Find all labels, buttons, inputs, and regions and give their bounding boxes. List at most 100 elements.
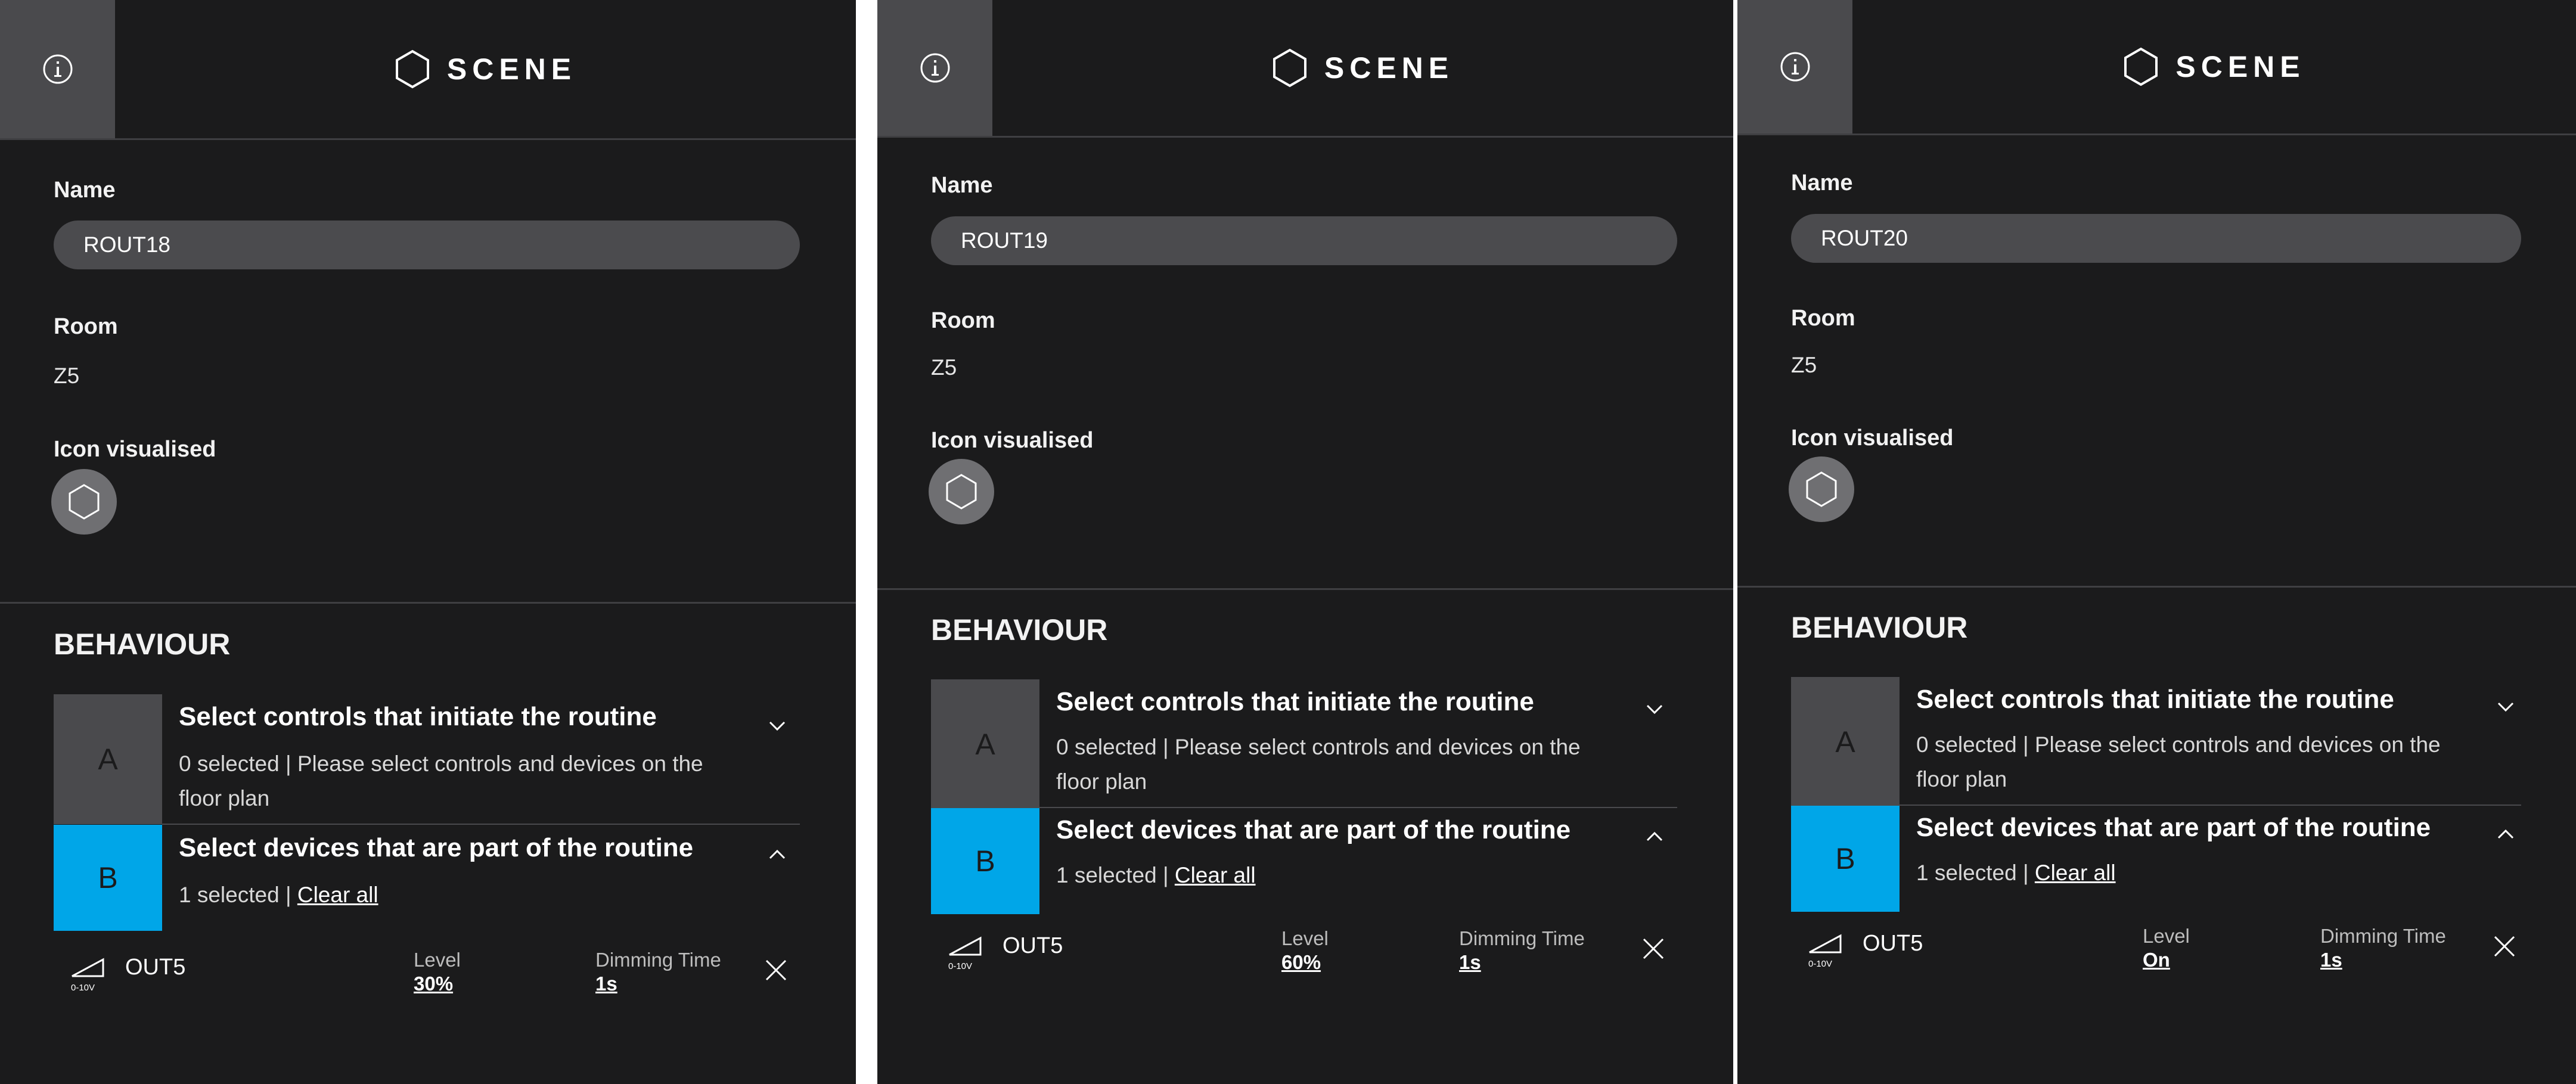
level-label: Level [2143, 925, 2190, 947]
device-name: OUT5 [125, 955, 186, 980]
chevron-up-icon[interactable] [2494, 822, 2518, 846]
icon-picker[interactable] [1789, 456, 1854, 522]
devices-section-subtitle: 1 selected | Clear all [179, 878, 751, 912]
device-name: OUT5 [1863, 931, 1923, 956]
panel-title-wrap: SCENE [1852, 0, 2576, 133]
behaviour-heading: BEHAVIOUR [54, 628, 231, 661]
devices-section-title[interactable]: Select devices that are part of the rout… [179, 833, 693, 863]
name-label: Name [54, 178, 116, 203]
room-value: Z5 [1791, 353, 1817, 377]
name-input[interactable]: ROUT19 [931, 216, 1677, 265]
devices-selected-count: 1 selected | [1916, 861, 2035, 885]
level-value[interactable]: 30% [414, 973, 453, 995]
step-a-badge: A [931, 679, 1039, 809]
devices-selected-count: 1 selected | [1056, 863, 1175, 887]
panel-title: SCENE [1324, 51, 1454, 85]
controls-section-subtitle: 0 selected | Please select controls and … [1916, 732, 2441, 791]
step-b-badge: B [931, 808, 1039, 914]
icon-label: Icon visualised [1791, 425, 1954, 451]
name-label: Name [931, 173, 993, 198]
device-row: 0-10V OUT5 Level 30% Dimming Time 1s [0, 939, 856, 1011]
devices-section-title[interactable]: Select devices that are part of the rout… [1056, 815, 1571, 845]
dimming-time-label: Dimming Time [595, 949, 721, 971]
panel-header: SCENE [0, 0, 856, 140]
section-separator [1039, 807, 1677, 808]
controls-section-subtitle: 0 selected | Please select controls and … [179, 751, 703, 810]
clear-all-link[interactable]: Clear all [2035, 861, 2116, 885]
devices-selected-count: 1 selected | [179, 883, 297, 907]
devices-section-title[interactable]: Select devices that are part of the rout… [1916, 813, 2431, 843]
icon-label: Icon visualised [931, 428, 1094, 453]
icon-label: Icon visualised [54, 437, 216, 462]
room-label: Room [1791, 306, 1855, 331]
hexagon-icon [2124, 47, 2158, 86]
section-separator [162, 824, 800, 825]
device-type-caption: 0-10V [948, 961, 972, 971]
chevron-up-icon[interactable] [765, 843, 789, 866]
room-label: Room [54, 314, 118, 339]
chevron-down-icon[interactable] [1643, 697, 1666, 721]
controls-section-subtitle: 0 selected | Please select controls and … [1056, 735, 1581, 794]
scene-panel-3: SCENE Name ROUT20 Room Z5 Icon visualise… [1737, 0, 2576, 1084]
hexagon-icon [395, 49, 429, 89]
room-value: Z5 [54, 364, 80, 388]
level-label: Level [1281, 927, 1329, 949]
info-icon [1780, 52, 1810, 82]
step-a-badge: A [1791, 677, 1900, 807]
clear-all-link[interactable]: Clear all [297, 883, 378, 907]
info-button[interactable] [877, 0, 992, 136]
chevron-up-icon[interactable] [1643, 825, 1666, 849]
chevron-down-icon[interactable] [2494, 695, 2518, 719]
behaviour-heading: BEHAVIOUR [931, 613, 1108, 647]
devices-section-subtitle: 1 selected | Clear all [1916, 856, 2488, 890]
step-b-badge: B [1791, 806, 1900, 912]
dimming-time-value[interactable]: 1s [1459, 951, 1481, 974]
dimmer-0-10v-icon: 0-10V [71, 958, 104, 993]
level-value[interactable]: On [2143, 949, 2170, 971]
panel-title-wrap: SCENE [115, 0, 856, 138]
room-value: Z5 [931, 355, 957, 380]
devices-section-subtitle: 1 selected | Clear all [1056, 858, 1628, 893]
dimmer-0-10v-icon: 0-10V [1808, 934, 1842, 969]
device-row: 0-10V OUT5 Level 60% Dimming Time 1s [877, 918, 1733, 989]
room-label: Room [931, 308, 995, 333]
hexagon-icon [69, 484, 100, 520]
close-icon[interactable] [1640, 936, 1666, 962]
scene-panel-2: SCENE Name ROUT19 Room Z5 Icon visualise… [877, 0, 1733, 1084]
dimming-time-label: Dimming Time [1459, 927, 1585, 949]
name-input[interactable]: ROUT18 [54, 220, 800, 269]
panel-title-wrap: SCENE [992, 0, 1733, 136]
dimming-time-value[interactable]: 1s [2320, 949, 2342, 971]
info-button[interactable] [1737, 0, 1852, 133]
controls-section-title[interactable]: Select controls that initiate the routin… [179, 702, 657, 732]
device-name: OUT5 [1003, 933, 1063, 958]
dimming-time-value[interactable]: 1s [595, 973, 617, 995]
hexagon-icon [1806, 471, 1837, 507]
close-icon[interactable] [2491, 933, 2518, 959]
level-value[interactable]: 60% [1281, 951, 1321, 974]
hexagon-icon [1273, 48, 1306, 88]
hexagon-icon [946, 474, 977, 510]
chevron-down-icon[interactable] [765, 714, 789, 738]
device-type-caption: 0-10V [1808, 959, 1832, 969]
level-label: Level [414, 949, 461, 971]
behaviour-heading: BEHAVIOUR [1791, 611, 1968, 644]
section-divider [0, 602, 856, 604]
device-row: 0-10V OUT5 Level On Dimming Time 1s [1737, 915, 2576, 987]
section-divider [1737, 586, 2576, 588]
clear-all-link[interactable]: Clear all [1175, 863, 1256, 887]
dimming-time-label: Dimming Time [2320, 925, 2446, 947]
controls-section-title[interactable]: Select controls that initiate the routin… [1056, 687, 1534, 717]
device-type-caption: 0-10V [71, 983, 95, 993]
controls-section-title[interactable]: Select controls that initiate the routin… [1916, 685, 2394, 715]
close-icon[interactable] [763, 957, 789, 983]
name-input[interactable]: ROUT20 [1791, 214, 2521, 263]
panel-header: SCENE [1737, 0, 2576, 135]
icon-picker[interactable] [929, 459, 994, 524]
section-separator [1900, 805, 2521, 806]
section-divider [877, 588, 1733, 590]
info-button[interactable] [0, 0, 115, 138]
step-a-badge: A [54, 694, 162, 824]
dimmer-0-10v-icon: 0-10V [948, 936, 982, 971]
icon-picker[interactable] [51, 469, 117, 535]
